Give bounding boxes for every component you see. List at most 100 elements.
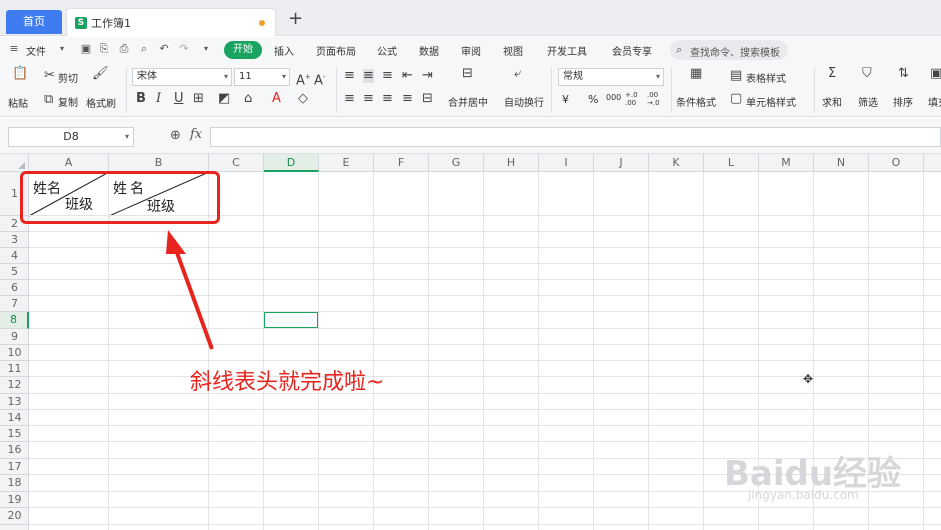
cell-style-button[interactable]: 单元格样式 <box>746 94 796 109</box>
tab-member[interactable]: 会员专享 <box>612 43 652 58</box>
tab-data[interactable]: 数据 <box>419 43 439 58</box>
row-header-18[interactable]: 18 <box>0 475 29 492</box>
tab-formulas[interactable]: 公式 <box>377 43 397 58</box>
increase-decimal-button[interactable]: +.0 .00 <box>625 91 645 107</box>
row-header-12[interactable]: 12 <box>0 377 29 394</box>
format-painter-button[interactable]: 格式刷 <box>86 95 116 110</box>
column-header-l[interactable]: L <box>704 154 759 172</box>
row-header-3[interactable]: 3 <box>0 232 29 248</box>
font-name-select[interactable]: 宋体 ▾ <box>132 68 232 86</box>
select-all-corner[interactable] <box>0 154 29 172</box>
column-header-b[interactable]: B <box>109 154 209 172</box>
chevron-down-icon[interactable]: ▾ <box>56 43 68 55</box>
align-right-icon[interactable]: ≡ <box>382 92 393 106</box>
export-icon[interactable]: ⎘ <box>98 43 110 55</box>
merge-center-icon[interactable]: ⊟ <box>462 67 473 81</box>
column-header-f[interactable]: F <box>374 154 429 172</box>
filter-button[interactable]: 筛选 <box>858 94 878 109</box>
tab-review[interactable]: 审阅 <box>461 43 481 58</box>
row-header-5[interactable]: 5 <box>0 264 29 280</box>
paste-button[interactable]: 粘贴 <box>8 95 28 110</box>
sort-button[interactable]: 排序 <box>893 94 913 109</box>
table-style-button[interactable]: 表格样式 <box>746 70 786 85</box>
active-cell-d8[interactable] <box>263 311 319 329</box>
align-top-icon[interactable]: ≡ <box>344 69 355 83</box>
row-header-15[interactable]: 15 <box>0 426 29 442</box>
fill-color-icon[interactable]: ◩ <box>218 92 230 106</box>
format-painter-icon[interactable]: 🖌 <box>92 67 109 81</box>
formula-input[interactable] <box>210 127 941 147</box>
tab-view[interactable]: 视图 <box>503 43 523 58</box>
indent-increase-icon[interactable]: ⇥ <box>422 69 433 83</box>
sort-icon[interactable]: ⇅ <box>898 67 909 81</box>
column-header-d[interactable]: D <box>264 154 319 172</box>
file-menu[interactable]: 文件 <box>26 43 46 58</box>
align-bottom-icon[interactable]: ≡ <box>382 69 393 83</box>
column-header-c[interactable]: C <box>209 154 264 172</box>
wrap-text-button[interactable]: 自动换行 <box>504 94 544 109</box>
column-header-g[interactable]: G <box>429 154 484 172</box>
tab-start[interactable]: 开始 <box>224 41 262 59</box>
cut-button[interactable]: 剪切 <box>58 70 78 85</box>
column-header-a[interactable]: A <box>29 154 109 172</box>
align-center-icon[interactable]: ≡ <box>363 92 374 106</box>
tab-developer[interactable]: 开发工具 <box>547 43 587 58</box>
row-header-20[interactable]: 20 <box>0 508 29 525</box>
undo-icon[interactable]: ↶ <box>158 43 170 55</box>
print-preview-icon[interactable]: ⌕ <box>138 43 150 55</box>
number-format-select[interactable]: 常规 ▾ <box>558 68 664 86</box>
highlight-icon[interactable]: ⌂ <box>244 92 252 106</box>
column-header-m[interactable]: M <box>759 154 814 172</box>
conditional-format-button[interactable]: 条件格式 <box>676 94 716 109</box>
justify-icon[interactable]: ≡ <box>402 92 413 106</box>
redo-icon[interactable]: ↷ <box>178 43 190 55</box>
row-header-10[interactable]: 10 <box>0 345 29 361</box>
name-box[interactable]: D8 ▾ <box>8 127 134 147</box>
zoom-icon[interactable]: ⊕ <box>170 128 181 143</box>
fx-icon[interactable]: fx <box>190 127 202 142</box>
fill-icon[interactable]: ▣ <box>930 67 941 81</box>
column-header-e[interactable]: E <box>319 154 374 172</box>
increase-font-icon[interactable]: A+ <box>296 70 311 88</box>
italic-button[interactable]: I <box>156 92 161 106</box>
align-middle-icon[interactable]: ≡ <box>363 69 374 83</box>
print-icon[interactable]: ⎙ <box>118 43 130 55</box>
percent-button[interactable]: % <box>588 93 598 106</box>
indent-decrease-icon[interactable]: ⇤ <box>402 69 413 83</box>
sum-button[interactable]: 求和 <box>822 94 842 109</box>
paste-icon[interactable]: 📋 <box>12 67 28 81</box>
decrease-font-icon[interactable]: A- <box>314 70 325 88</box>
currency-button[interactable]: ¥ <box>562 93 569 106</box>
home-tab[interactable]: 首页 <box>6 10 62 34</box>
column-header-o[interactable]: O <box>869 154 924 172</box>
row-header-7[interactable]: 7 <box>0 296 29 312</box>
filter-icon[interactable]: ⛉ <box>862 67 872 81</box>
row-header-16[interactable]: 16 <box>0 442 29 459</box>
thousands-button[interactable]: 000 <box>606 93 621 102</box>
hamburger-icon[interactable]: ≡ <box>8 43 20 55</box>
border-icon[interactable]: ⊞ <box>193 92 204 106</box>
font-color-icon[interactable]: A <box>272 92 281 106</box>
column-header-h[interactable]: H <box>484 154 539 172</box>
new-tab-button[interactable]: + <box>288 9 303 29</box>
conditional-format-icon[interactable]: ▦ <box>690 67 702 81</box>
customize-dropdown-icon[interactable]: ▾ <box>200 43 212 55</box>
column-header-n[interactable]: N <box>814 154 869 172</box>
bold-button[interactable]: B <box>136 92 146 106</box>
row-header-9[interactable]: 9 <box>0 329 29 345</box>
row-header-17[interactable]: 17 <box>0 459 29 475</box>
align-left-icon[interactable]: ≡ <box>344 92 355 106</box>
underline-button[interactable]: U <box>174 92 184 106</box>
column-header-k[interactable]: K <box>649 154 704 172</box>
column-header-i[interactable]: I <box>539 154 594 172</box>
row-header-19[interactable]: 19 <box>0 492 29 508</box>
font-size-select[interactable]: 11 ▾ <box>234 68 290 86</box>
save-icon[interactable]: ▣ <box>80 43 92 55</box>
merge-center-button[interactable]: 合并居中 <box>448 94 488 109</box>
row-header-6[interactable]: 6 <box>0 280 29 296</box>
row-header-11[interactable]: 11 <box>0 361 29 377</box>
tab-page-layout[interactable]: 页面布局 <box>316 43 356 58</box>
fill-button[interactable]: 填充 <box>928 94 941 109</box>
clear-format-icon[interactable]: ◇ <box>298 92 308 106</box>
column-header-j[interactable]: J <box>594 154 649 172</box>
